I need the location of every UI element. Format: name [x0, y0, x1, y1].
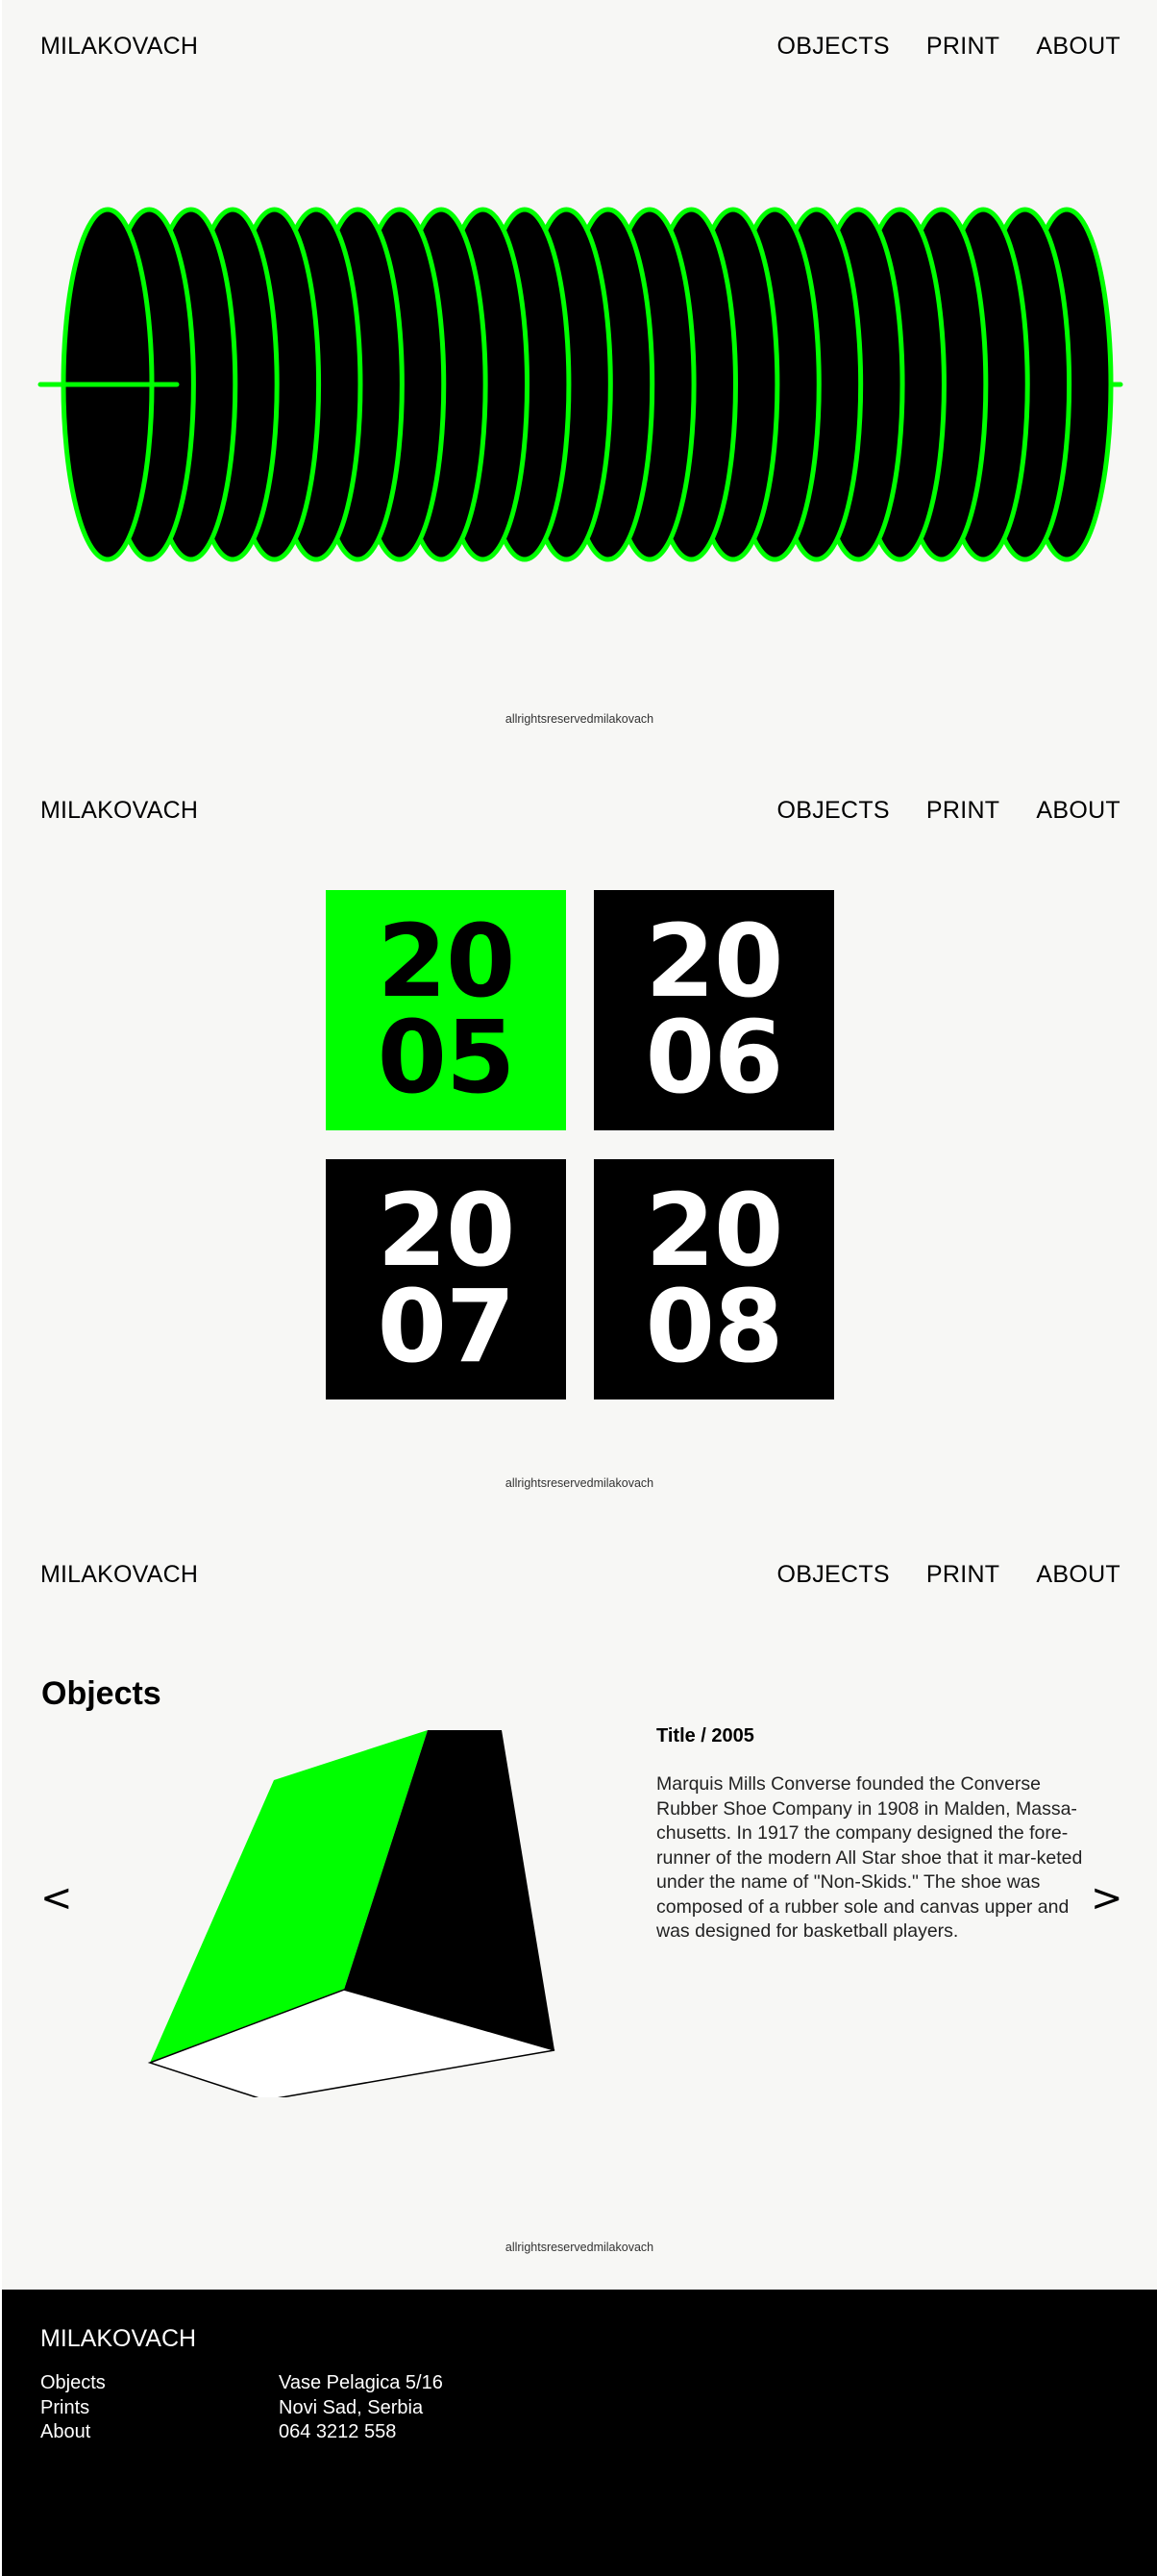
nav-print[interactable]: PRINT [926, 1561, 1000, 1589]
footer-logo[interactable]: MILAKOVACH [40, 2325, 196, 2353]
footer-city: Novi Sad, Serbia [279, 2396, 424, 2418]
footer-link-about[interactable]: About [40, 2420, 106, 2445]
logo[interactable]: MILAKOVACH [40, 1561, 198, 1589]
nav-objects[interactable]: OBJECTS [776, 797, 889, 825]
nav-about[interactable]: ABOUT [1036, 797, 1120, 825]
year-tile-top: 20 [377, 903, 516, 1021]
year-tile-2005[interactable]: 20 05 [326, 890, 566, 1130]
nav-print[interactable]: PRINT [926, 797, 1000, 825]
next-arrow-button[interactable]: > [1091, 1879, 1123, 1918]
year-tile-top: 20 [645, 903, 784, 1021]
logo[interactable]: MILAKOVACH [40, 33, 198, 61]
year-tile-2006[interactable]: 20 06 [594, 890, 834, 1130]
nav-about[interactable]: ABOUT [1036, 1561, 1120, 1589]
year-tile-bottom: 07 [377, 1268, 516, 1385]
object-title: Title / 2005 [656, 1725, 754, 1746]
main-nav: OBJECTS PRINT ABOUT [776, 797, 1120, 825]
object-description: Marquis Mills Converse founded the Conve… [656, 1773, 1083, 1942]
copyright: allrightsreservedmilakovach [505, 1476, 654, 1490]
footer-phone: 064 3212 558 [279, 2421, 397, 2442]
hero-section: MILAKOVACH OBJECTS PRINT ABOUT allrights… [2, 0, 1157, 764]
footer-link-prints[interactable]: Prints [40, 2396, 106, 2421]
object-illustration [147, 1730, 555, 2097]
year-tile-bottom: 08 [645, 1268, 784, 1385]
page: MILAKOVACH OBJECTS PRINT ABOUT allrights… [2, 0, 1157, 2576]
year-tile-top: 20 [645, 1172, 784, 1290]
nav-about[interactable]: ABOUT [1036, 33, 1120, 61]
main-nav: OBJECTS PRINT ABOUT [776, 1561, 1120, 1589]
nav-objects[interactable]: OBJECTS [776, 1561, 889, 1589]
years-section: MILAKOVACH OBJECTS PRINT ABOUT 20 05 20 … [2, 764, 1157, 1528]
logo[interactable]: MILAKOVACH [40, 797, 198, 825]
year-tile-top: 20 [377, 1172, 516, 1290]
objects-section: MILAKOVACH OBJECTS PRINT ABOUT Objects <… [2, 1528, 1157, 2290]
footer: MILAKOVACH Objects Prints About Vase Pel… [2, 2290, 1157, 2576]
main-nav: OBJECTS PRINT ABOUT [776, 33, 1120, 61]
page-title: Objects [41, 1675, 161, 1712]
footer-link-objects[interactable]: Objects [40, 2371, 106, 2396]
year-grid: 20 05 20 06 20 07 20 08 [326, 890, 834, 1399]
nav-print[interactable]: PRINT [926, 33, 1000, 61]
coil-illustration [37, 207, 1123, 562]
nav-objects[interactable]: OBJECTS [776, 33, 889, 61]
year-tile-2007[interactable]: 20 07 [326, 1159, 566, 1399]
copyright: allrightsreservedmilakovach [505, 2241, 654, 2254]
prev-arrow-button[interactable]: < [40, 1879, 73, 1918]
year-tile-bottom: 06 [645, 999, 784, 1116]
footer-links: Objects Prints About [40, 2371, 106, 2445]
footer-contact: Vase Pelagica 5/16 Novi Sad, Serbia 064 … [279, 2371, 443, 2445]
footer-address: Vase Pelagica 5/16 [279, 2372, 443, 2393]
year-tile-2008[interactable]: 20 08 [594, 1159, 834, 1399]
year-tile-bottom: 05 [377, 999, 516, 1116]
copyright: allrightsreservedmilakovach [505, 712, 654, 726]
